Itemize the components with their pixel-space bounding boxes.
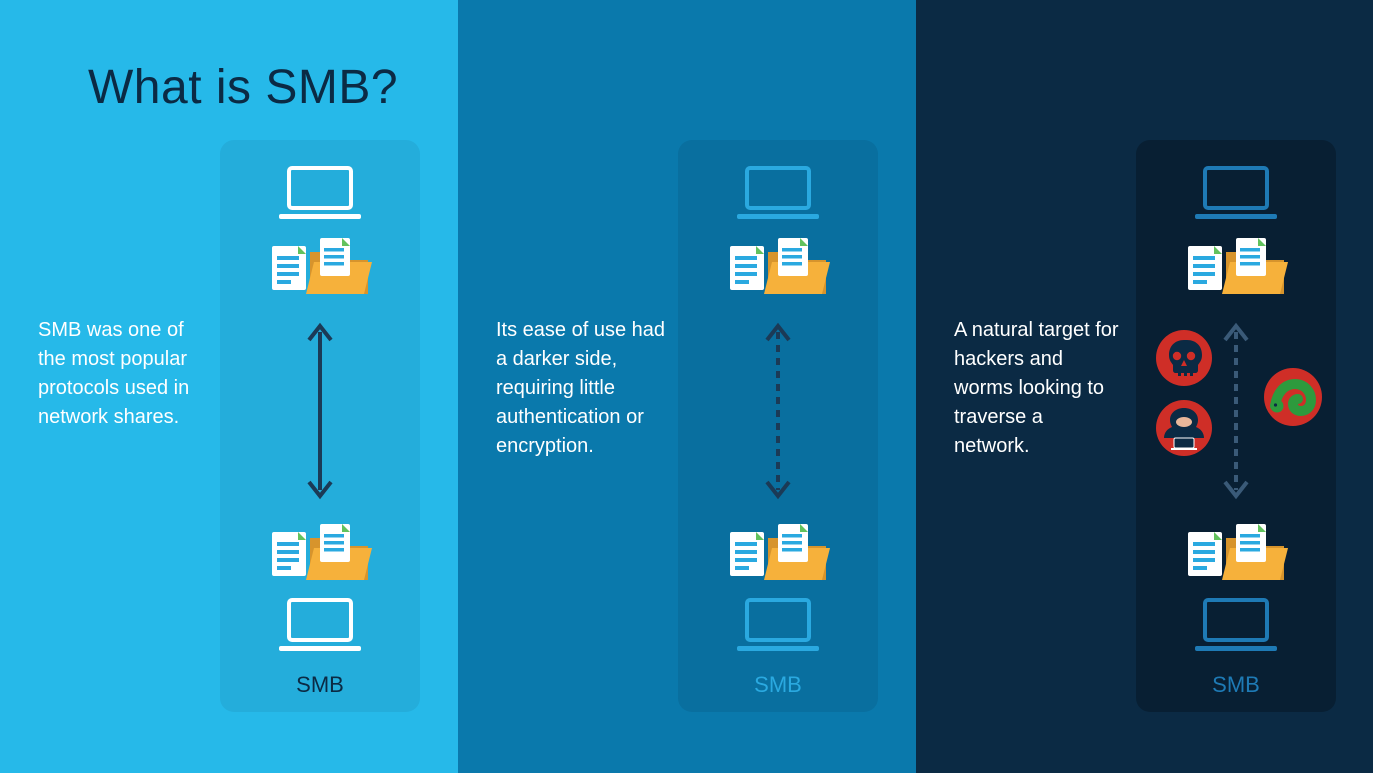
files-group-icon [718, 236, 838, 296]
files-group-icon [260, 522, 380, 582]
files-group-icon [718, 522, 838, 582]
card-label: SMB [220, 672, 420, 698]
card-label: SMB [678, 672, 878, 698]
panel-2-description: Its ease of use had a darker side, requi… [496, 316, 666, 461]
document-icon [272, 246, 306, 290]
panel-3: A natural target for hackers and worms l… [916, 0, 1373, 773]
panel-1-description: SMB was one of the most popular protocol… [38, 316, 208, 432]
laptop-icon [1193, 164, 1279, 222]
panel-3-description: A natural target for hackers and worms l… [954, 316, 1124, 461]
laptop-icon [735, 596, 821, 654]
skull-icon [1154, 328, 1214, 388]
panel-2: Its ease of use had a darker side, requi… [458, 0, 916, 773]
double-arrow-icon [305, 316, 335, 506]
hacker-icon [1154, 398, 1214, 458]
panel-1: What is SMB? SMB was one of the most pop… [0, 0, 458, 773]
page-title: What is SMB? [88, 60, 398, 115]
laptop-icon [277, 164, 363, 222]
laptop-icon [1193, 596, 1279, 654]
double-arrow-icon [763, 316, 793, 506]
panel-2-card: SMB [678, 140, 878, 712]
files-group-icon [1176, 236, 1296, 296]
card-label: SMB [1136, 672, 1336, 698]
threats-group [1148, 336, 1324, 484]
document-icon [320, 238, 350, 276]
files-group-icon [1176, 522, 1296, 582]
diagram-stage: What is SMB? SMB was one of the most pop… [0, 0, 1373, 773]
laptop-icon [735, 164, 821, 222]
panel-1-card: SMB [220, 140, 420, 712]
panel-3-card: SMB [1136, 140, 1336, 712]
laptop-icon [277, 596, 363, 654]
worm-icon [1262, 366, 1324, 428]
files-group-icon [260, 236, 380, 296]
